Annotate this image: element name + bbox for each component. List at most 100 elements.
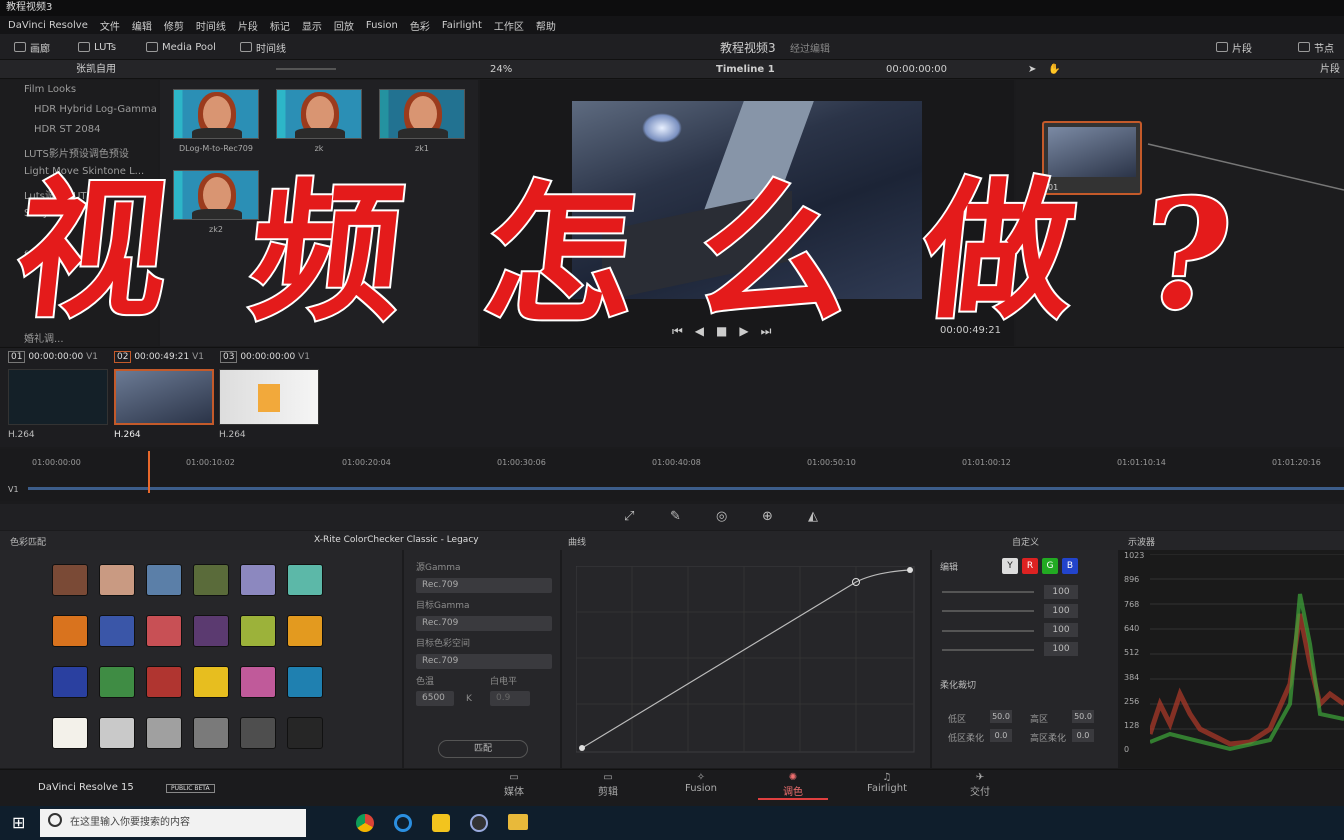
timeline-selector[interactable]: Timeline 1 [716,62,775,77]
menu-workspace[interactable]: 工作区 [494,18,524,33]
curves-tool-icon[interactable]: ⤢ [624,509,634,524]
pointer-icon[interactable]: ➤ [1028,62,1036,77]
taskbar-search[interactable]: 在这里输入你要搜索的内容 [40,809,306,837]
menu-playback[interactable]: 回放 [334,18,354,33]
tgt-space-select[interactable]: Rec.709 [416,654,552,669]
color-swatch[interactable] [146,717,182,749]
color-swatch[interactable] [146,666,182,698]
curve-graph[interactable] [576,566,916,754]
window-tool-icon[interactable]: ◎ [716,509,727,524]
menu-app[interactable]: DaVinci Resolve [8,20,88,31]
color-swatch[interactable] [146,564,182,596]
channel-b-button[interactable]: B [1062,558,1078,574]
high-soft-field[interactable]: 0.0 [1072,729,1094,742]
davinci-icon[interactable] [470,814,488,832]
clip-thumbnail[interactable] [8,369,108,425]
color-swatch[interactable] [240,564,276,596]
tracker-tool-icon[interactable]: ⊕ [762,509,773,524]
color-swatch[interactable] [52,615,88,647]
tree-item[interactable]: LUTS影片预设调色预设 [24,145,129,160]
match-button[interactable]: 匹配 [438,740,528,758]
blur-tool-icon[interactable]: ◭ [808,509,818,524]
page-media[interactable]: ▭ 媒体 [479,772,549,798]
white-level-field[interactable]: 0.9 [490,691,530,706]
r-slider[interactable] [942,610,1034,612]
app-icon[interactable] [432,814,450,832]
menu-fusion[interactable]: Fusion [366,20,398,31]
timeline-button[interactable]: 时间线 [240,38,286,56]
menu-help[interactable]: 帮助 [536,18,556,33]
channel-g-button[interactable]: G [1042,558,1058,574]
color-swatch[interactable] [99,564,135,596]
clip-thumbnail[interactable] [219,369,319,425]
hand-icon[interactable]: ✋ [1048,62,1060,77]
color-swatch[interactable] [193,564,229,596]
clip-mode-button[interactable]: 片段 [1216,38,1252,56]
high-field[interactable]: 50.0 [1072,710,1094,723]
menu-clip[interactable]: 片段 [238,18,258,33]
menu-timeline[interactable]: 时间线 [196,18,226,33]
luts-button[interactable]: LUTs [78,38,116,56]
lut-thumbnail[interactable] [173,170,259,220]
y-value[interactable]: 100 [1044,585,1078,599]
color-swatch[interactable] [240,717,276,749]
color-swatch[interactable] [99,666,135,698]
chrome-icon[interactable] [356,814,374,832]
tree-item[interactable]: Film Looks [24,84,76,95]
color-swatch[interactable] [287,564,323,596]
page-edit[interactable]: ▭ 剪辑 [573,772,643,798]
menu-color[interactable]: 色彩 [410,18,430,33]
zoom-level[interactable]: 24% [490,62,512,77]
chart-selector[interactable]: X-Rite ColorChecker Classic - Legacy [314,535,479,545]
color-swatch[interactable] [193,717,229,749]
menu-mark[interactable]: 标记 [270,18,290,33]
color-swatch[interactable] [240,615,276,647]
color-swatch[interactable] [99,615,135,647]
color-swatch[interactable] [52,564,88,596]
b-slider[interactable] [942,649,1034,651]
menu-file[interactable]: 文件 [100,18,120,33]
low-soft-field[interactable]: 0.0 [990,729,1012,742]
thumb-size-slider[interactable] [276,68,336,70]
tree-item[interactable]: HDR Hybrid Log-Gamma [34,104,157,115]
lut-thumbnail[interactable] [173,89,259,139]
lut-thumbnail[interactable] [276,89,362,139]
channel-r-button[interactable]: R [1022,558,1038,574]
color-swatch[interactable] [287,717,323,749]
tgt-gamma-select[interactable]: Rec.709 [416,616,552,631]
y-slider[interactable] [942,591,1034,593]
menu-fairlight[interactable]: Fairlight [442,20,482,31]
channel-y-button[interactable]: Y [1002,558,1018,574]
page-color[interactable]: ✺ 调色 [758,772,828,800]
g-value[interactable]: 100 [1044,623,1078,637]
r-value[interactable]: 100 [1044,604,1078,618]
low-field[interactable]: 50.0 [990,710,1012,723]
qualifier-tool-icon[interactable]: ✎ [670,509,681,524]
menu-view[interactable]: 显示 [302,18,322,33]
menu-edit[interactable]: 编辑 [132,18,152,33]
qq-browser-icon[interactable] [394,814,412,832]
color-swatch[interactable] [193,615,229,647]
color-swatch[interactable] [193,666,229,698]
color-swatch[interactable] [52,666,88,698]
curve-mode-selector[interactable]: 自定义 [1012,535,1039,548]
color-swatch[interactable] [240,666,276,698]
lut-thumbnail[interactable] [379,89,465,139]
playhead[interactable] [148,451,150,493]
color-swatch[interactable] [287,666,323,698]
page-fusion[interactable]: ✧ Fusion [666,772,736,794]
b-value[interactable]: 100 [1044,642,1078,656]
color-swatch[interactable] [99,717,135,749]
mini-timeline[interactable]: 01:00:00:00 01:00:10:02 01:00:20:04 01:0… [0,449,1344,501]
nodes-button[interactable]: 节点 [1298,38,1334,56]
gallery-button[interactable]: 画廊 [14,38,50,56]
g-slider[interactable] [942,630,1034,632]
src-gamma-select[interactable]: Rec.709 [416,578,552,593]
color-swatch[interactable] [287,615,323,647]
temp-field[interactable]: 6500 [416,691,454,706]
page-fairlight[interactable]: ♫ Fairlight [852,772,922,794]
color-swatch[interactable] [146,615,182,647]
windows-start-icon[interactable]: ⊞ [12,813,25,832]
page-deliver[interactable]: ✈ 交付 [945,772,1015,798]
media-pool-button[interactable]: Media Pool [146,38,216,56]
